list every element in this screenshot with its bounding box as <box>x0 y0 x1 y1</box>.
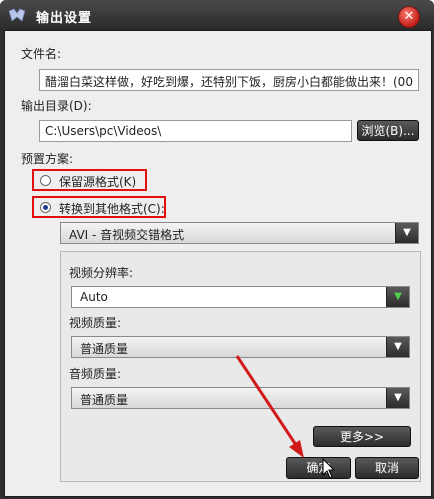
chevron-down-icon: ▼ <box>386 337 409 357</box>
format-settings-panel: 视频分辨率: Auto ▼ 视频质量: 普通质量 ▼ 音频质量: 普通质量 ▼ <box>60 251 421 482</box>
filename-label: 文件名: <box>21 47 62 61</box>
video-quality-select[interactable]: 普通质量 ▼ <box>71 336 410 358</box>
output-dir-field[interactable]: C:\Users\pc\Videos\ <box>39 120 352 142</box>
convert-radio[interactable] <box>40 202 51 213</box>
chevron-down-icon: ▼ <box>386 388 409 408</box>
audio-quality-value: 普通质量 <box>80 393 129 407</box>
close-button[interactable]: ✕ <box>398 6 420 28</box>
preset-label: 预置方案: <box>21 152 74 166</box>
keep-source-option[interactable]: 保留源格式(K) <box>32 169 147 191</box>
more-button[interactable]: 更多>> <box>313 426 411 447</box>
keep-source-radio[interactable] <box>40 175 51 186</box>
app-icon <box>8 8 26 22</box>
format-select-value: AVI - 音视频交错格式 <box>69 228 185 242</box>
close-icon: ✕ <box>403 9 415 24</box>
chevron-down-icon: ▼ <box>386 287 409 307</box>
convert-label: 转换到其他格式(C): <box>59 202 165 216</box>
ok-button[interactable]: 确定 <box>286 457 351 479</box>
video-resolution-select[interactable]: Auto ▼ <box>71 286 410 308</box>
title-bar[interactable]: 输出设置 ✕ <box>0 0 434 30</box>
video-resolution-label: 视频分辨率: <box>69 266 134 280</box>
keep-source-label: 保留源格式(K) <box>59 175 137 189</box>
browse-button[interactable]: 浏览(B)... <box>357 120 419 141</box>
chevron-down-icon: ▼ <box>395 223 418 243</box>
video-quality-value: 普通质量 <box>80 342 129 356</box>
video-quality-label: 视频质量: <box>69 316 122 330</box>
format-select[interactable]: AVI - 音视频交错格式 ▼ <box>60 222 419 244</box>
dialog-content: 文件名: 醋溜白菜这样做，好吃到爆，还特别下饭，厨房小白都能做出来！(00 输出… <box>4 30 432 497</box>
filename-field[interactable]: 醋溜白菜这样做，好吃到爆，还特别下饭，厨房小白都能做出来！(00 <box>39 69 419 91</box>
audio-quality-select[interactable]: 普通质量 ▼ <box>71 387 410 409</box>
convert-option[interactable]: 转换到其他格式(C): <box>32 196 166 218</box>
video-resolution-value: Auto <box>80 290 108 304</box>
mouse-cursor-icon <box>322 458 336 479</box>
cancel-button[interactable]: 取消 <box>355 457 419 479</box>
audio-quality-label: 音频质量: <box>69 367 122 381</box>
dialog-window: 输出设置 ✕ 文件名: 醋溜白菜这样做，好吃到爆，还特别下饭，厨房小白都能做出来… <box>0 0 434 499</box>
window-title: 输出设置 <box>36 11 93 26</box>
output-dir-label: 输出目录(D): <box>21 99 92 113</box>
